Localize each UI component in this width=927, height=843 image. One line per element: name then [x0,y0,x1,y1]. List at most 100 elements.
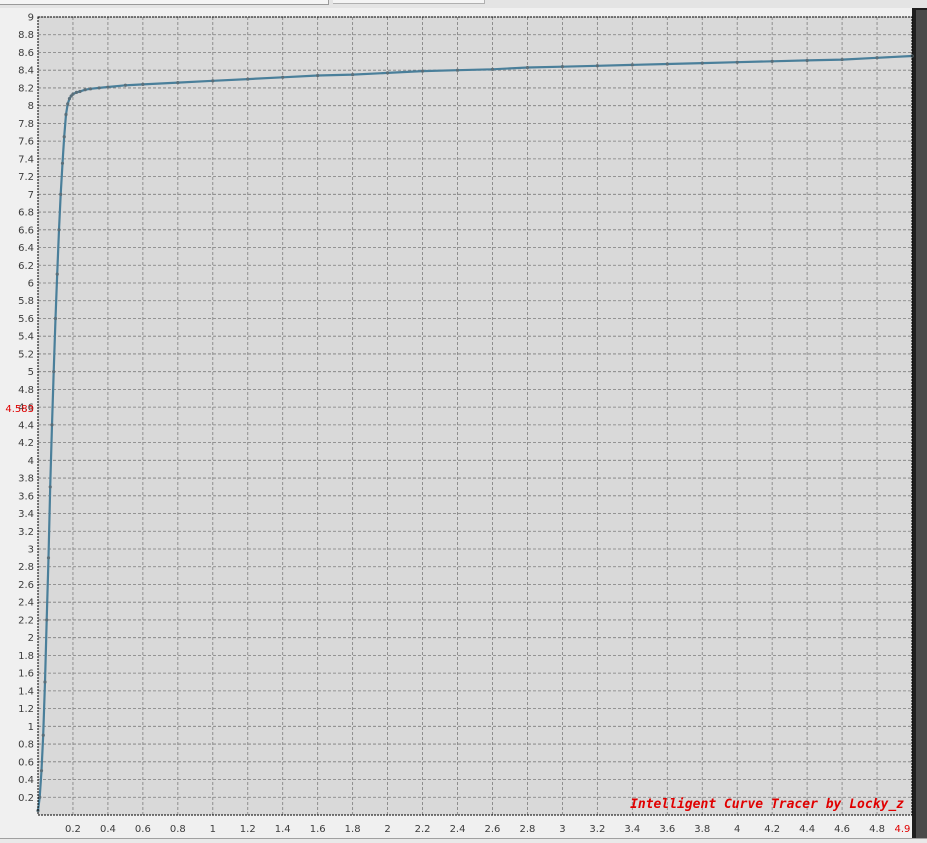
curve-point [455,68,460,72]
x-tick-label: 3 [559,824,565,835]
y-tick-label: 5.6 [18,314,34,325]
curve-chart[interactable]: 0.2 0.4 0.6 0.8 1 1.2 1.4 1.6 1.8 2 2.2 2.4 2.6 2.8 3 3… [0,0,927,843]
x-tick-label: 2 [384,824,390,835]
curve-point [106,85,110,89]
x-axis-ticks: 0.2 0.4 0.6 0.8 1 1.2 1.4 1.6 1.8 2 2.2 2.4 2.6 2.8 3 3… [65,824,885,835]
y-tick-label: 0.6 [18,757,34,768]
y-tick-label: 5.4 [18,332,34,343]
curve-point [805,58,809,63]
y-tick-label: 8.4 [18,66,34,77]
curve-point [71,92,75,96]
curve-point [875,56,879,60]
y-tick-label: 2.6 [18,580,34,591]
y-tick-label: 7.2 [18,172,34,183]
curve-point [351,73,355,77]
y-tick-label: 4.8 [18,385,34,396]
curve-point [560,65,565,69]
y-tick-label: 2.4 [18,598,34,609]
curve-point [770,59,774,63]
curve-point [141,82,145,86]
y-tick-label: 7 [28,190,34,201]
x-tick-label: 2.2 [415,824,431,835]
curve-point [630,63,634,67]
curve-point [123,83,127,87]
x-tick-label: 0.2 [65,824,81,835]
curve-point [53,316,58,321]
y-tick-label: 3.8 [18,474,34,485]
y-tick-label: 8 [28,101,34,112]
y-tick-label: 6 [28,279,34,290]
curve-point [83,88,87,92]
cursor-x-readout: 4.9 [895,824,911,835]
y-tick-label: 5 [28,367,34,378]
y-tick-label: 7.6 [18,137,34,148]
curve-point [281,75,285,79]
x-tick-label: 3.2 [589,824,605,835]
curve-point [43,680,47,684]
curve-point [490,67,495,71]
y-tick-label: 1.4 [18,686,34,697]
curve-point [45,618,49,622]
curve-point [60,161,65,165]
y-tick-label: 8.2 [18,83,34,94]
curve-point [55,272,59,276]
cursor-y-readout: 4.583 [5,404,34,415]
y-tick-label: 6.8 [18,208,34,219]
curve-point [50,423,54,427]
y-tick-label: 3.2 [18,527,34,538]
y-tick-label: 1 [28,722,34,733]
y-tick-label: 3.6 [18,491,34,502]
curve-point [38,795,42,799]
y-tick-label: 4.2 [18,438,34,449]
curve-point [48,485,52,489]
x-tick-label: 1.4 [275,824,291,835]
y-tick-label: 9 [28,13,34,24]
x-tick-label: 4.6 [834,824,850,835]
curve-point [46,556,51,560]
y-tick-label: 2 [28,633,34,644]
x-tick-label: 3.4 [624,824,640,835]
y-tick-label: 7.4 [18,154,34,165]
curve-point [665,62,669,66]
curve-point [88,87,93,91]
y-tick-label: 3 [28,545,34,556]
y-tick-label: 0.2 [18,793,34,804]
x-tick-label: 2.6 [485,824,501,835]
curve-point [78,89,82,94]
curve-point [211,79,215,83]
curve-point [59,192,63,196]
status-bar [0,838,927,843]
x-tick-label: 4.4 [799,824,815,835]
y-tick-label: 7.8 [18,119,34,130]
curve-point [246,77,250,81]
y-tick-label: 2.2 [18,615,34,626]
curve-point [74,90,79,94]
curve-point [386,71,390,75]
x-tick-label: 3.6 [659,824,675,835]
x-tick-label: 1.2 [240,824,256,835]
y-tick-label: 8.6 [18,48,34,59]
y-tick-label: 0.8 [18,740,34,751]
curve-point [64,112,68,117]
curve-point [700,61,704,65]
x-tick-label: 2.4 [450,824,466,835]
y-tick-label: 1.6 [18,669,34,680]
y-tick-label: 4 [28,456,34,467]
y-tick-label: 3.4 [18,509,34,520]
curve-point [52,370,56,374]
watermark-text: Intelligent Curve Tracer by Locky_z [630,797,904,812]
plot-area[interactable] [38,17,912,815]
y-tick-label: 5.2 [18,349,34,360]
curve-point [595,64,599,68]
x-tick-label: 0.8 [170,824,186,835]
curve-point [176,81,180,85]
y-tick-label: 5.8 [18,296,34,307]
x-tick-label: 1.8 [345,824,361,835]
curve-point [420,69,425,73]
x-tick-label: 4.2 [764,824,780,835]
x-tick-label: 0.4 [100,824,116,835]
x-tick-label: 3.8 [694,824,710,835]
curve-point [735,60,739,64]
x-tick-label: 4.8 [869,824,885,835]
curve-point [97,86,101,90]
